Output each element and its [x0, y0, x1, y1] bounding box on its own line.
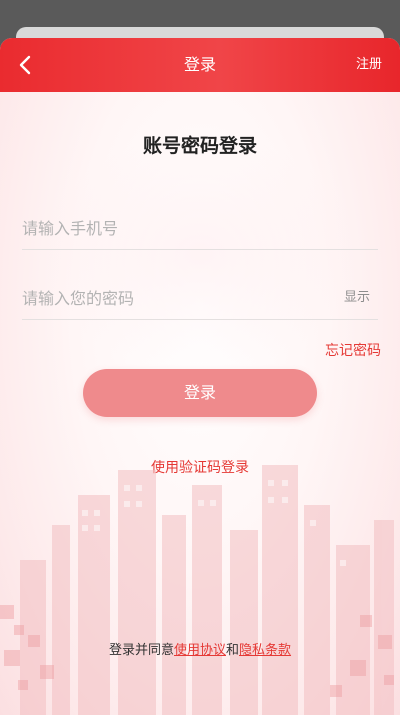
register-link[interactable]: 注册 — [356, 38, 382, 92]
login-button[interactable]: 登录 — [83, 369, 317, 417]
background-glow — [40, 133, 360, 373]
forgot-password-link[interactable]: 忘记密码 — [325, 340, 381, 360]
page-title: 账号密码登录 — [142, 135, 257, 157]
login-sheet: 登录 注册 账号密码登录 显示 忘记密码 登录 使用验证码登录 — [0, 38, 400, 715]
phone-field — [22, 209, 378, 250]
terms-link[interactable]: 使用协议 — [174, 643, 226, 658]
city-skyline-illustration — [0, 465, 394, 715]
header-bar: 登录 注册 — [0, 38, 400, 92]
privacy-link[interactable]: 隐私条款 — [239, 643, 291, 658]
agreement-conjunction: 和 — [226, 643, 240, 658]
password-field: 显示 — [22, 279, 378, 320]
show-password-toggle[interactable]: 显示 — [344, 279, 370, 317]
password-input[interactable] — [22, 279, 322, 317]
agreement-prefix: 登录并同意 — [108, 643, 174, 658]
phone-input[interactable] — [22, 209, 322, 247]
header-title: 登录 — [183, 55, 216, 74]
agreement-text: 登录并同意使用协议和隐私条款 — [0, 639, 400, 658]
